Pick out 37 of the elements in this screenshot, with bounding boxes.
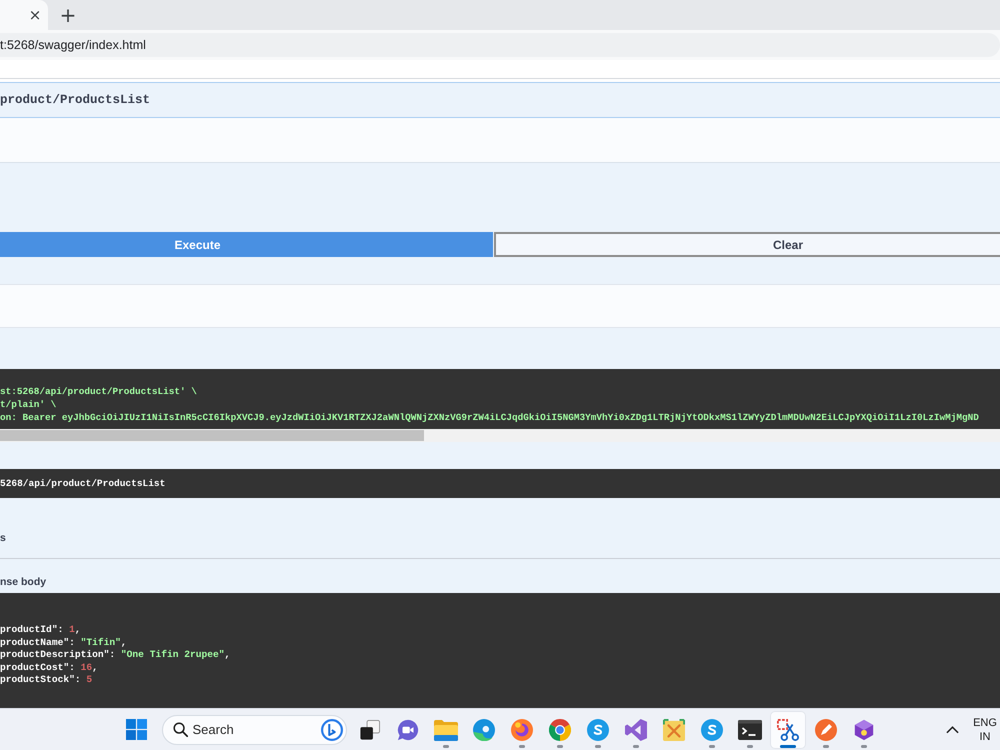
scissors-icon <box>776 718 798 740</box>
endpoint-path: product/ProductsList <box>0 92 150 108</box>
package-icon <box>852 718 874 740</box>
code-line: t/plain' \ <box>0 398 56 411</box>
chevron-up-icon <box>946 726 958 734</box>
code-line: productCost": 16, <box>0 662 98 674</box>
request-url-text: 5268/api/product/ProductsList <box>0 477 166 490</box>
column-header: s <box>0 531 6 545</box>
new-tab-button[interactable]: + <box>56 3 80 27</box>
code-line: st:5268/api/product/ProductsList' \ <box>0 385 197 398</box>
tab-close-button[interactable]: × <box>27 7 43 23</box>
flame-circle-icon <box>510 718 532 740</box>
swoosh-circle-icon <box>586 718 608 740</box>
search-icon <box>172 722 188 737</box>
ribbon-icon <box>624 718 646 740</box>
input-language-button[interactable]: ENG IN <box>970 716 1000 744</box>
swoosh-circle-icon <box>700 718 722 740</box>
browser-tab[interactable]: × <box>0 0 48 30</box>
segmented-circle-icon <box>548 718 570 740</box>
search-field[interactable]: Search <box>162 714 346 744</box>
code-line: productId": 1, <box>0 624 81 636</box>
folder-icon <box>434 718 458 740</box>
terminal-icon <box>738 720 762 740</box>
section-label: nse body <box>0 575 46 589</box>
pen-circle-icon <box>814 718 836 740</box>
code-line: productStock": 5 <box>0 674 92 686</box>
address-field[interactable]: t:5268/swagger/index.html <box>0 33 1000 57</box>
video-chat-icon <box>396 718 418 740</box>
code-line: productName": "Tifin", <box>0 636 127 649</box>
code-line: productDescription": "One Tifin 2rupee", <box>0 649 230 662</box>
swirl-circle-icon <box>472 718 494 740</box>
four-squares-icon <box>126 719 147 740</box>
clear-button[interactable]: Clear <box>494 232 1000 257</box>
crossed-tools-icon <box>662 718 684 740</box>
code-line: on: Bearer eyJhbGciOiJIUzI1NiIsInR5cCI6IkpXVCJ9.eyJzdWIiOiJKV1RTZXJ2aWNlQWNjZXNzVG9rZW4iLCJqdGkiOiI5NGM3YmVhYi0xZDg1LTRjNjYtODkxMS1lZWYyZDlmMDUwN2EiLCJpYXQiOiI1LzI0LzIwMjMgND <box>0 411 979 424</box>
scrollbar-thumb[interactable] <box>0 430 424 441</box>
overlapping-squares-icon <box>360 720 380 740</box>
